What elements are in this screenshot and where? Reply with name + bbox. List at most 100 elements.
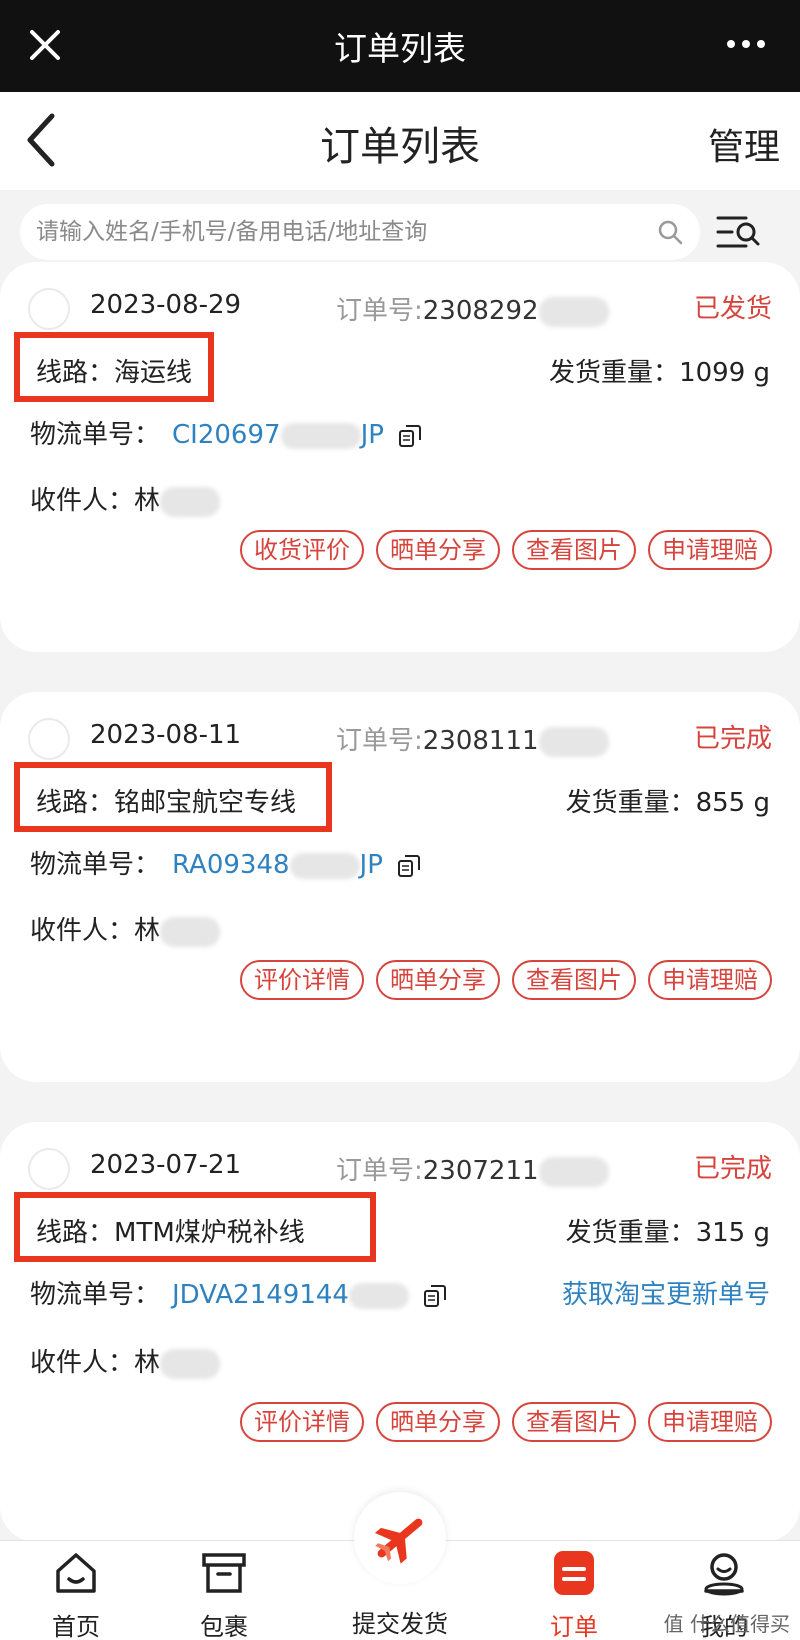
order-date: 2023-08-29 — [90, 290, 242, 320]
order-number-label: 订单号: — [336, 1156, 423, 1186]
share-order-button[interactable]: 晒单分享 — [376, 530, 500, 570]
select-checkbox[interactable] — [28, 718, 70, 760]
redaction-blur — [160, 1348, 221, 1379]
order-date: 2023-07-21 — [90, 1150, 242, 1180]
order-number-value: 2308111 — [422, 726, 539, 756]
recipient-name: 林 — [134, 486, 161, 516]
select-checkbox[interactable] — [28, 288, 70, 330]
weight-label: 发货重量： — [549, 358, 680, 388]
search-box — [20, 204, 700, 260]
review-details-button[interactable]: 评价详情 — [240, 1402, 364, 1442]
tracking-label: 物流单号： — [30, 420, 161, 450]
recipient: 收件人：林 — [30, 1342, 221, 1379]
tab-label: 订单 — [550, 1613, 598, 1640]
redaction-blur — [348, 1282, 409, 1309]
select-checkbox[interactable] — [28, 1148, 70, 1190]
claim-button[interactable]: 申请理赔 — [648, 960, 772, 1000]
more-icon[interactable] — [726, 38, 766, 50]
plane-icon — [374, 1518, 423, 1564]
tracking-label: 物流单号： — [30, 1280, 161, 1310]
recipient-label: 收件人： — [30, 1348, 135, 1378]
order-number-value: 2308292 — [422, 296, 539, 326]
filter-search-icon[interactable] — [716, 210, 762, 254]
order-number-value: 2307211 — [422, 1156, 539, 1186]
tracking-number: 物流单号： RA09348 JP — [30, 844, 421, 881]
order-actions: 评价详情 晒单分享 查看图片 申请理赔 — [240, 1402, 772, 1442]
tab-label: 首页 — [52, 1613, 100, 1640]
order-card: 2023-08-29 订单号:2308292 已发货 线路：海运线 发货重量：1… — [0, 262, 800, 652]
recipient-label: 收件人： — [30, 486, 135, 516]
redaction-blur — [538, 1156, 609, 1187]
route-highlight-box: 线路：铭邮宝航空专线 — [14, 762, 332, 832]
shipping-weight: 发货重量：315 g — [566, 1212, 770, 1249]
order-status: 已完成 — [693, 724, 772, 754]
share-order-button[interactable]: 晒单分享 — [376, 960, 500, 1000]
redaction-blur — [160, 916, 221, 947]
nav-bar: 订单列表 管理 — [0, 92, 800, 190]
tracking-number-end: JP — [360, 420, 384, 450]
top-bar-title: 订单列表 — [334, 29, 466, 68]
redaction-blur — [538, 726, 609, 757]
tracking-number-start: CI20697 — [172, 420, 281, 450]
order-date: 2023-08-11 — [90, 720, 242, 750]
tracking-number-end: JP — [359, 850, 383, 880]
weight-label: 发货重量： — [565, 1218, 696, 1248]
tab-label: 提交发货 — [352, 1610, 448, 1638]
share-order-button[interactable]: 晒单分享 — [376, 1402, 500, 1442]
tab-home[interactable]: 首页 — [16, 1541, 136, 1640]
recipient: 收件人：林 — [30, 480, 221, 517]
tracking-number: 物流单号： CI20697 JP — [30, 414, 422, 451]
tracking-number-link[interactable]: CI20697 JP — [172, 420, 384, 450]
copy-icon[interactable] — [397, 854, 421, 878]
order-number-label: 订单号: — [336, 296, 423, 326]
order-status: 已发货 — [693, 294, 772, 324]
route-highlight-box: 线路：海运线 — [14, 332, 214, 402]
recipient-name: 林 — [134, 916, 161, 946]
tab-label: 包裹 — [200, 1613, 248, 1640]
search-row — [0, 190, 800, 272]
order-actions: 评价详情 晒单分享 查看图片 申请理赔 — [240, 960, 772, 1000]
order-number-label: 订单号: — [336, 726, 423, 756]
search-icon[interactable] — [656, 218, 684, 246]
copy-icon[interactable] — [423, 1284, 447, 1308]
order-actions: 收货评价 晒单分享 查看图片 申请理赔 — [240, 530, 772, 570]
order-number: 订单号:2308111 — [336, 720, 609, 757]
route-value: MTM煤炉税补线 — [114, 1218, 305, 1248]
route-label: 线路： — [36, 1218, 115, 1248]
page-title: 订单列表 — [320, 124, 480, 170]
redaction-blur — [280, 422, 361, 449]
claim-button[interactable]: 申请理赔 — [648, 530, 772, 570]
order-card: 2023-08-11 订单号:2308111 已完成 线路：铭邮宝航空专线 发货… — [0, 692, 800, 1082]
weight-label: 发货重量： — [565, 788, 696, 818]
tracking-number-link[interactable]: JDVA2149144 — [172, 1280, 409, 1310]
tab-packages[interactable]: 包裹 — [164, 1541, 284, 1640]
view-photos-button[interactable]: 查看图片 — [512, 960, 636, 1000]
search-input[interactable] — [36, 204, 636, 260]
package-icon — [202, 1553, 246, 1593]
recipient: 收件人：林 — [30, 910, 221, 947]
order-number: 订单号:2307211 — [336, 1150, 609, 1187]
review-receipt-button[interactable]: 收货评价 — [240, 530, 364, 570]
route-label: 线路： — [36, 358, 115, 388]
weight-value: 1099 g — [679, 358, 770, 388]
view-photos-button[interactable]: 查看图片 — [512, 530, 636, 570]
tab-orders[interactable]: 订单 — [514, 1541, 634, 1640]
manage-button[interactable]: 管理 — [708, 118, 780, 170]
tracking-number-start: RA09348 — [172, 850, 290, 880]
taobao-update-tracking-link[interactable]: 获取淘宝更新单号 — [562, 1274, 770, 1311]
tracking-number-link[interactable]: RA09348 JP — [172, 850, 383, 880]
redaction-blur — [538, 296, 609, 327]
weight-value: 855 g — [695, 788, 770, 818]
order-icon — [554, 1551, 594, 1595]
review-details-button[interactable]: 评价详情 — [240, 960, 364, 1000]
top-bar: 订单列表 — [0, 0, 800, 92]
tab-submit-shipment[interactable]: 提交发货 — [340, 1492, 460, 1640]
claim-button[interactable]: 申请理赔 — [648, 1402, 772, 1442]
view-photos-button[interactable]: 查看图片 — [512, 1402, 636, 1442]
weight-value: 315 g — [695, 1218, 770, 1248]
route-value: 海运线 — [114, 358, 193, 388]
profile-icon — [704, 1553, 744, 1596]
home-icon — [56, 1553, 96, 1593]
copy-icon[interactable] — [398, 424, 422, 448]
redaction-blur — [160, 486, 221, 517]
